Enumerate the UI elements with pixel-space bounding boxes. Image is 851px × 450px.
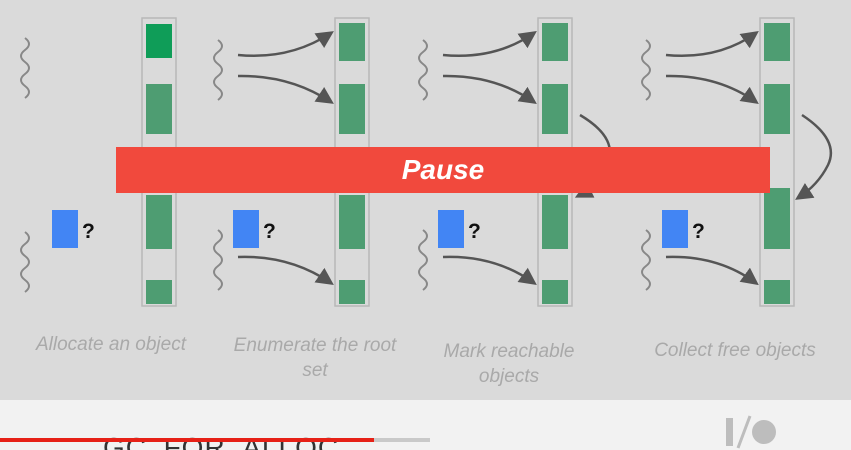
heap-object	[339, 84, 365, 134]
heap-object	[764, 23, 790, 61]
step-label-allocate: Allocate an object	[36, 334, 186, 355]
step-label-collect: Collect free objects	[654, 340, 816, 361]
wavy-thread-icon	[418, 39, 428, 101]
arrow-icon	[795, 113, 833, 200]
heap-object	[146, 195, 172, 249]
heap-object-new	[146, 24, 172, 58]
wavy-thread-icon	[418, 229, 428, 291]
video-player-bar: GC_FOR_ALLOC	[0, 400, 851, 450]
arrow-icon	[442, 255, 537, 286]
heap-object	[339, 23, 365, 61]
heap-object	[146, 280, 172, 304]
video-progress-fill	[0, 438, 375, 442]
question-mark: ?	[692, 220, 705, 243]
heap-object	[542, 195, 568, 249]
wavy-thread-icon	[20, 37, 30, 99]
arrow-icon	[665, 30, 759, 57]
pause-banner: Pause	[116, 147, 770, 193]
slide: ? ? ? ? Pause Allocate an object Enumera…	[0, 0, 851, 400]
arrow-icon	[237, 31, 334, 57]
wavy-thread-icon	[213, 39, 223, 101]
wavy-thread-icon	[20, 231, 30, 293]
heap-object	[542, 84, 568, 134]
unknown-object	[233, 210, 259, 248]
question-mark: ?	[263, 220, 276, 243]
arrow-icon	[237, 74, 334, 104]
heap-object	[542, 23, 568, 61]
heap-object	[146, 84, 172, 134]
arrow-icon	[442, 31, 537, 57]
heap-object	[764, 84, 790, 134]
pause-label: Pause	[401, 154, 485, 185]
unknown-object	[52, 210, 78, 248]
heap-object	[764, 188, 790, 249]
wavy-thread-icon	[641, 229, 651, 291]
unknown-object	[662, 210, 688, 248]
question-mark: ?	[82, 220, 95, 243]
heap-object	[542, 280, 568, 304]
arrow-icon	[237, 255, 334, 285]
wavy-thread-icon	[213, 229, 223, 291]
io-logo	[726, 415, 776, 449]
video-progress-bar[interactable]	[0, 438, 430, 442]
arrow-icon	[665, 74, 759, 105]
question-mark: ?	[468, 220, 481, 243]
heap-object	[339, 195, 365, 249]
wavy-thread-icon	[641, 39, 651, 101]
heap-object	[764, 280, 790, 304]
arrow-icon	[665, 255, 759, 286]
arrow-icon	[442, 74, 537, 104]
step-label-enumerate: Enumerate the root set	[233, 335, 397, 381]
step-label-mark: Mark reachable objects	[443, 341, 575, 387]
unknown-object	[438, 210, 464, 248]
heap-object	[339, 280, 365, 304]
